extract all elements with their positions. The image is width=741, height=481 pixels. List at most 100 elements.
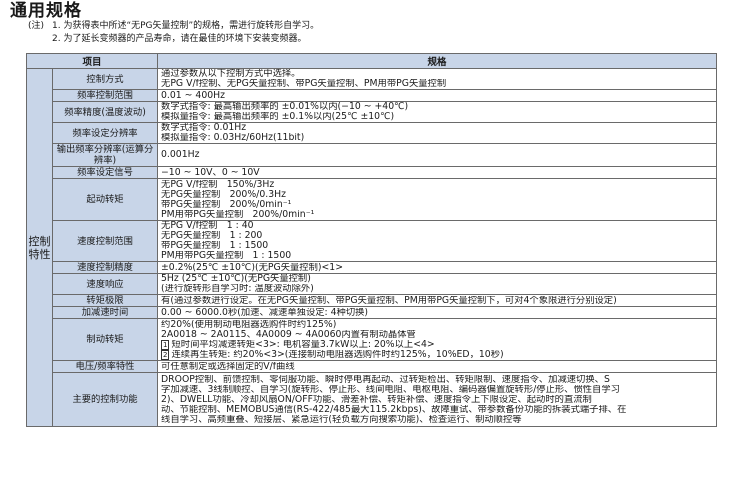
notes: (注) 1. 为获得表中所述“无PG矢量控制”的规格，需进行旋转形自学习。 2. … <box>28 20 319 46</box>
row-spec: 通过参数从以下控制方式中选择。 无PG V/f控制、无PG矢量控制、带PG矢量控制… <box>157 68 718 90</box>
row-spec: 5Hz (25℃ ±10℃)(无PG矢量控制) (进行旋转形自学习时: 温度波动除… <box>157 273 718 295</box>
spec-line-text: 动、节能控制、MEMOBUS通信(RS-422/485最大115.2kbps)、… <box>161 404 627 415</box>
spec-line-text: 无PG V/f控制 150%/3Hz <box>161 179 275 190</box>
table-row: 加减速时间 0.00 ~ 6000.0秒(加速、减速单独设定: 4种切换) <box>27 306 718 319</box>
spec-line-text: DROOP控制、前馈控制、零伺服功能、瞬时停电再起动、过转矩检出、转矩限制、速度… <box>161 374 610 385</box>
table-header-row: 项目 规格 <box>25 53 718 69</box>
row-item-label: 频率精度(温度波动) <box>51 101 159 123</box>
table-row: 频率控制范围 0.01 ~ 400Hz <box>27 89 718 102</box>
spec-body: 控制特性 控制方式 通过参数从以下控制方式中选择。 无PG V/f控制、无PG矢量控制… <box>26 68 718 427</box>
table-row: 频率设定分辨率 数字式指令: 0.01Hz 模拟量指令: 0.03Hz/60Hz(1… <box>27 122 718 144</box>
spec-line: 2)、DWELL功能、冷却风扇ON/OFF功能、滑差补偿、转矩补偿、速度指令上下… <box>161 395 713 405</box>
table-row: 电压/频率特性 可任意制定或选择固定的V/f曲线 <box>27 360 718 373</box>
spec-line: 数字式指令: 0.01Hz <box>161 123 713 133</box>
row-item-label: 速度控制范围 <box>51 220 159 262</box>
row-item-label: 起动转矩 <box>51 178 159 221</box>
spec-line: 无PG V/f控制 150%/3Hz <box>161 180 713 190</box>
table-row: 输出频率分辨率(运算分辨率) 0.001Hz <box>27 143 718 167</box>
row-spec: 数字式指令: 最高输出频率的 ±0.01%以内(−10 ~ +40℃) 模拟量指令… <box>157 101 718 123</box>
spec-line: 数字式指令: 最高输出频率的 ±0.01%以内(−10 ~ +40℃) <box>161 102 713 112</box>
spec-line-text: 无PG V/f控制 1 : 40 <box>161 221 254 231</box>
spec-line-text: 模拟量指令: 最高输出频率的 ±0.1%以内(25℃ ±10℃) <box>161 112 395 122</box>
circled-mark: 1 <box>161 339 170 350</box>
circled-mark: 2 <box>161 349 170 360</box>
row-spec: DROOP控制、前馈控制、零伺服功能、瞬时停电再起动、过转矩检出、转矩限制、速度… <box>157 372 718 427</box>
row-item-label: 主要的控制功能 <box>51 372 159 427</box>
spec-line-text: 数字式指令: 最高输出频率的 ±0.01%以内(−10 ~ +40℃) <box>161 102 409 112</box>
spec-line: ±0.2%(25℃ ±10℃)(无PG矢量控制)<1> <box>161 263 713 273</box>
spec-line: 模拟量指令: 0.03Hz/60Hz(11bit) <box>161 133 713 143</box>
spec-line: 0.001Hz <box>161 150 713 160</box>
row-spec: 数字式指令: 0.01Hz 模拟量指令: 0.03Hz/60Hz(11bit) <box>157 122 718 144</box>
spec-line: 无PG矢量控制 1 : 200 <box>161 231 713 241</box>
spec-line: PM用带PG矢量控制 1 : 1500 <box>161 251 713 261</box>
spec-line-text: 线自学习、高频重叠、短接层、紧急运行(轻负载方向搜索功能)、检查运行、制动顺控等 <box>161 414 522 425</box>
spec-line-text: 可任意制定或选择固定的V/f曲线 <box>161 361 295 372</box>
spec-table: 项目 规格 控制特性 控制方式 通过参数从以下控制方式中选择。 无PG V/f控制、无… <box>25 53 718 427</box>
spec-line-text: 带PG矢量控制 1 : 1500 <box>161 241 269 251</box>
row-item-label: 速度响应 <box>51 273 159 295</box>
row-item-label: 电压/频率特性 <box>51 360 159 373</box>
spec-line-text: 数字式指令: 0.01Hz <box>161 123 247 133</box>
row-item-label: 转矩极限 <box>51 294 159 307</box>
spec-line-text: 约20%(使用制动电阻器选购件时约125%) <box>161 319 337 330</box>
row-spec: 约20%(使用制动电阻器选购件时约125%) 2A0018 ~ 2A0115、4A… <box>157 318 718 361</box>
spec-line: 0.00 ~ 6000.0秒(加速、减速单独设定: 4种切换) <box>161 308 713 318</box>
spec-line: 2A0018 ~ 2A0115、4A0009 ~ 4A0060内置有制动晶体管 <box>161 330 713 340</box>
spec-line-text: −10 ~ 10V、0 ~ 10V <box>161 167 260 178</box>
spec-line: 5Hz (25℃ ±10℃)(无PG矢量控制) <box>161 274 713 284</box>
row-spec: 0.01 ~ 400Hz <box>157 89 718 102</box>
table-row: 起动转矩 无PG V/f控制 150%/3Hz 无PG矢量控制 200%/0.3Hz… <box>27 178 718 221</box>
spec-line: 0.01 ~ 400Hz <box>161 91 713 101</box>
page-title: 通用规格 <box>10 1 82 21</box>
row-item-label: 频率控制范围 <box>51 89 159 102</box>
row-item-label: 频率设定分辨率 <box>51 122 159 144</box>
table-row: 速度控制范围 无PG V/f控制 1 : 40 无PG矢量控制 1 : 200 带PG… <box>27 220 718 262</box>
spec-line-text: 短时间平均减速转矩<3>: 电机容量3.7kW以上: 20%以上<4> <box>171 339 435 350</box>
spec-line-text: 0.001Hz <box>161 150 200 160</box>
spec-line: 字加减速、3线制顺控、自学习(旋转形、停止形、线间电阻、电枢电阻、编码器偏置旋转… <box>161 385 713 395</box>
row-item-label: 加减速时间 <box>51 306 159 319</box>
spec-line: 带PG矢量控制 1 : 1500 <box>161 241 713 251</box>
note-line-1: (注) 1. 为获得表中所述“无PG矢量控制”的规格，需进行旋转形自学习。 <box>28 20 319 33</box>
spec-line: DROOP控制、前馈控制、零伺服功能、瞬时停电再起动、过转矩检出、转矩限制、速度… <box>161 375 713 385</box>
spec-line: 通过参数从以下控制方式中选择。 <box>161 69 713 79</box>
spec-line-text: 2)、DWELL功能、冷却风扇ON/OFF功能、滑差补偿、转矩补偿、速度指令上下… <box>161 394 592 405</box>
spec-line-text: 5Hz (25℃ ±10℃)(无PG矢量控制) <box>161 274 311 284</box>
table-row: 速度响应 5Hz (25℃ ±10℃)(无PG矢量控制) (进行旋转形自学习时: 温… <box>27 273 718 295</box>
note-1: 1. 为获得表中所述“无PG矢量控制”的规格，需进行旋转形自学习。 <box>52 21 320 31</box>
spec-line: 有(通过参数进行设定。在无PG矢量控制、带PG矢量控制、PM用带PG矢量控制下，… <box>161 296 713 306</box>
spec-line-text: (进行旋转形自学习时: 温度波动除外) <box>161 284 314 294</box>
table-row: 频率精度(温度波动) 数字式指令: 最高输出频率的 ±0.01%以内(−10 ~ … <box>27 101 718 123</box>
spec-line: 2 连续再生转矩: 约20%<3>(连接制动电阻器选购件时约125%，10%ED，… <box>161 349 713 360</box>
table-row: 频率设定信号 −10 ~ 10V、0 ~ 10V <box>27 166 718 179</box>
row-spec: 无PG V/f控制 150%/3Hz 无PG矢量控制 200%/0.3Hz 带PG矢… <box>157 178 718 221</box>
spec-line: 无PG矢量控制 200%/0.3Hz <box>161 190 713 200</box>
spec-line: (进行旋转形自学习时: 温度波动除外) <box>161 284 713 294</box>
header-spec: 规格 <box>157 53 718 69</box>
spec-line-text: PM用带PG矢量控制 1 : 1500 <box>161 251 292 261</box>
spec-line: 1 短时间平均减速转矩<3>: 电机容量3.7kW以上: 20%以上<4> <box>161 339 713 350</box>
row-spec: 0.00 ~ 6000.0秒(加速、减速单独设定: 4种切换) <box>157 306 718 319</box>
spec-line: 无PG V/f控制、无PG矢量控制、带PG矢量控制、PM用带PG矢量控制 <box>161 79 713 89</box>
table-row: 控制特性 控制方式 通过参数从以下控制方式中选择。 无PG V/f控制、无PG矢量控制… <box>26 68 718 427</box>
spec-line: 无PG V/f控制 1 : 40 <box>161 221 713 231</box>
spec-line-text: ±0.2%(25℃ ±10℃)(无PG矢量控制)<1> <box>161 262 344 273</box>
spec-line: 带PG矢量控制 200%/0min⁻¹ <box>161 200 713 210</box>
row-spec: 有(通过参数进行设定。在无PG矢量控制、带PG矢量控制、PM用带PG矢量控制下，… <box>157 294 718 307</box>
table-row: 制动转矩 约20%(使用制动电阻器选购件时约125%) 2A0018 ~ 2A011… <box>27 318 718 361</box>
table-row: 速度控制精度 ±0.2%(25℃ ±10℃)(无PG矢量控制)<1> <box>27 261 718 274</box>
table-row: 转矩极限 有(通过参数进行设定。在无PG矢量控制、带PG矢量控制、PM用带PG矢量… <box>27 294 718 307</box>
row-item-label: 控制方式 <box>51 68 159 90</box>
table-row: 主要的控制功能 DROOP控制、前馈控制、零伺服功能、瞬时停电再起动、过转矩检出、… <box>27 372 718 427</box>
spec-line: 线自学习、高频重叠、短接层、紧急运行(轻负载方向搜索功能)、检查运行、制动顺控等 <box>161 415 713 425</box>
row-spec: 无PG V/f控制 1 : 40 无PG矢量控制 1 : 200 带PG矢量控制 1… <box>157 220 718 262</box>
row-spec: ±0.2%(25℃ ±10℃)(无PG矢量控制)<1> <box>157 261 718 274</box>
note-2: 2. 为了延长变频器的产品寿命，请在最佳的环境下安装变频器。 <box>52 34 307 44</box>
spec-line-text: 2A0018 ~ 2A0115、4A0009 ~ 4A0060内置有制动晶体管 <box>161 329 416 340</box>
spec-line-text: 0.01 ~ 400Hz <box>161 90 226 101</box>
spec-line-text: 有(通过参数进行设定。在无PG矢量控制、带PG矢量控制、PM用带PG矢量控制下，… <box>161 295 617 306</box>
group-label: 控制特性 <box>26 68 53 427</box>
note-prefix: (注) <box>28 21 45 31</box>
spec-line-text: 通过参数从以下控制方式中选择。 <box>161 69 301 79</box>
